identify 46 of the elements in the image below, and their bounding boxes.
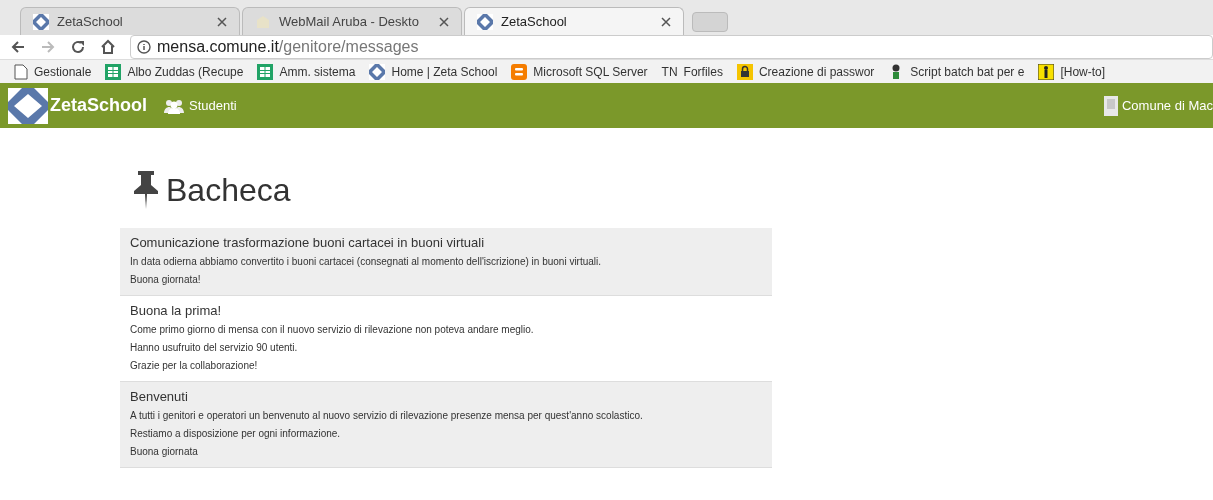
building-icon — [1103, 95, 1118, 116]
url-text: mensa.comune.it/genitore/messages — [157, 37, 419, 57]
message-text: Come primo giorno di mensa con il nuovo servizio di rilevazione non poteva andare meglio. — [130, 323, 535, 337]
close-icon[interactable] — [439, 16, 449, 27]
browser-tab[interactable]: WebMail Aruba - Deskto — [242, 7, 462, 35]
bookmark-icon — [257, 63, 274, 80]
logo-icon — [8, 87, 48, 124]
home-icon[interactable] — [100, 39, 116, 55]
message-text: Grazie per la collaborazione! — [130, 359, 259, 373]
users-icon — [163, 97, 185, 114]
bookmark-icon — [14, 63, 28, 80]
bookmark-link[interactable]: Creazione di passwor — [758, 62, 875, 81]
bookmark-link[interactable]: [How-to] — [1060, 62, 1106, 81]
message-title: Buona la prima! — [130, 302, 223, 320]
bookmark-link[interactable]: Microsoft SQL Server — [533, 62, 648, 81]
bookmark-icon — [511, 63, 528, 80]
bookmark-link[interactable]: Amm. sistema — [279, 62, 356, 81]
bookmark-link[interactable]: Home | Zeta School — [391, 62, 498, 81]
close-icon[interactable] — [217, 16, 227, 27]
bookmark-link[interactable]: Forfiles — [683, 62, 723, 81]
bookmark-icon — [736, 63, 753, 80]
bookmark-link[interactable]: Script batch bat per e — [910, 62, 1025, 81]
browser-tab[interactable]: ZetaSchool — [20, 7, 240, 35]
bookmark-link[interactable]: Albo Zuddas (Recupe — [127, 62, 244, 81]
bookmark-icon — [369, 63, 386, 80]
page-heading: Bacheca — [166, 171, 291, 210]
back-icon[interactable] — [10, 39, 26, 55]
message-text: A tutti i genitori e operatori un benvenuto al nuovo servizio di rilevazione presenze mensa per quest'anno scolastico. — [130, 409, 644, 423]
close-icon[interactable] — [661, 16, 671, 27]
message-title: Benvenuti — [130, 388, 189, 406]
browser-tab[interactable]: ZetaSchool — [464, 7, 684, 35]
favicon-icon — [477, 13, 493, 30]
message-title: Comunicazione trasformazione buoni cartacei in buoni virtuali — [130, 234, 486, 252]
message-text: Buona giornata! — [130, 273, 202, 287]
bookmark-favicon: TN — [661, 63, 678, 81]
info-icon — [137, 40, 151, 54]
message-text: Buona giornata — [130, 445, 199, 459]
message-text: In data odierna abbiamo convertito i buoni cartacei (consegnati al momento dell'iscrizione) in buoni virtuali. — [130, 255, 603, 269]
reload-icon[interactable] — [70, 39, 86, 55]
message-text: Restiamo a disposizione per ogni informazione. — [130, 427, 342, 441]
address-bar[interactable]: mensa.comune.it/genitore/messages — [130, 35, 1213, 59]
bookmark-icon — [105, 63, 122, 80]
message-text: Hanno usufruito del servizio 90 utenti. — [130, 341, 299, 355]
favicon-icon — [33, 13, 49, 30]
bookmark-link[interactable]: Gestionale — [34, 62, 92, 81]
bookmark-icon — [1038, 63, 1055, 80]
